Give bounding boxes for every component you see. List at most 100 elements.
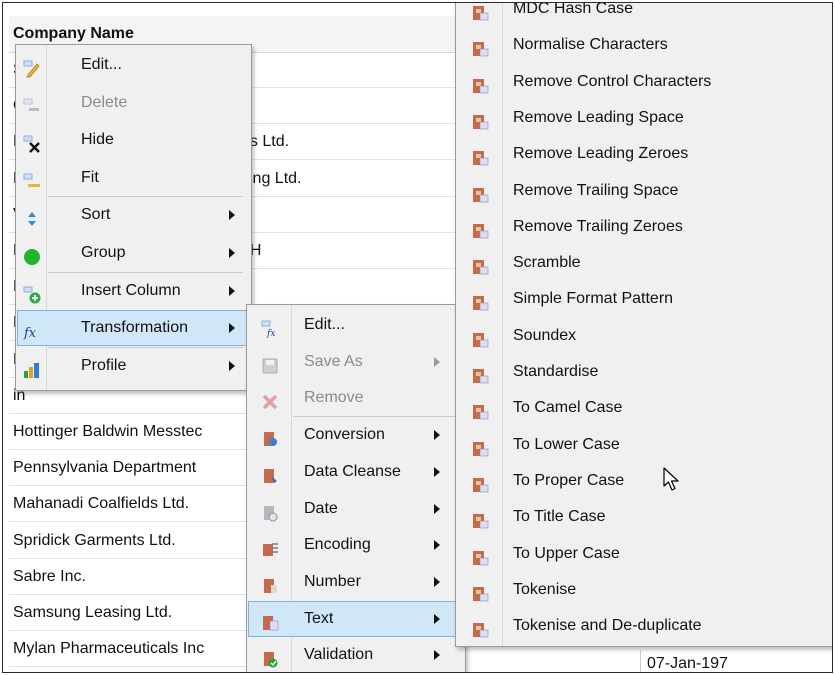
ctx-menu-item-edit[interactable]: Edit... bbox=[17, 47, 248, 83]
menu-item-label: Scramble bbox=[513, 254, 581, 272]
menu-item-label: Soundex bbox=[513, 326, 577, 344]
transformation-item-validation[interactable]: Validation bbox=[248, 637, 462, 672]
svg-text:fx: fx bbox=[23, 326, 37, 341]
text-item-remove-trailing-zeroes[interactable]: Remove Trailing Zeroes bbox=[457, 209, 831, 245]
submenu-arrow-icon bbox=[434, 466, 440, 477]
menu-item-label: Data Cleanse bbox=[304, 462, 401, 480]
transformation-item-remove[interactable]: Remove bbox=[248, 380, 462, 416]
transform-icon bbox=[471, 182, 489, 202]
ctx-menu-item-transformation[interactable]: fx Transformation bbox=[17, 310, 248, 347]
transform-icon bbox=[471, 617, 489, 638]
transform-icon bbox=[471, 73, 489, 93]
text-item-to-upper-case[interactable]: To Upper Case bbox=[457, 536, 831, 572]
submenu-arrow-icon bbox=[434, 613, 440, 624]
text-item-remove-control-characters[interactable]: Remove Control Characters bbox=[457, 64, 831, 100]
menu-item-label: Remove Control Characters bbox=[513, 72, 712, 90]
menu-item-label: Conversion bbox=[304, 426, 385, 444]
transform-icon bbox=[471, 327, 489, 347]
company-name-cell: Pennsylvania Department bbox=[13, 459, 197, 477]
text-item-to-camel-case[interactable]: To Camel Case bbox=[457, 390, 831, 426]
text-item-mdc-hash-case[interactable]: MDC Hash Case bbox=[457, 3, 831, 27]
remove-x-icon bbox=[261, 389, 279, 410]
transform-icon bbox=[471, 290, 489, 311]
ctx-menu-item-group[interactable]: Group bbox=[17, 235, 248, 271]
submenu-arrow-icon bbox=[229, 210, 235, 221]
table-right-fragment: 07-Jan-197 bbox=[463, 650, 743, 672]
ctx-menu-item-delete[interactable]: Delete bbox=[17, 85, 248, 121]
text-item-to-lower-case[interactable]: To Lower Case bbox=[457, 427, 831, 463]
menu-item-label: Edit... bbox=[304, 316, 345, 333]
transformation-item-encoding[interactable]: Encoding bbox=[248, 527, 462, 563]
insert-column-icon bbox=[23, 282, 41, 304]
pencil-icon bbox=[23, 56, 41, 78]
submenu-arrow-icon bbox=[434, 430, 440, 441]
menu-item-label: Remove bbox=[304, 389, 364, 407]
transform-icon bbox=[471, 508, 489, 529]
fit-column-icon bbox=[23, 169, 41, 187]
transformation-item-data-cleanse[interactable]: Data Cleanse bbox=[248, 454, 462, 490]
text-item-to-proper-case[interactable]: To Proper Case bbox=[457, 463, 831, 499]
transform-icon bbox=[471, 218, 489, 239]
ctx-menu-item-profile[interactable]: Profile bbox=[17, 348, 248, 384]
transform-icon bbox=[471, 145, 489, 166]
transform-icon bbox=[471, 581, 489, 602]
transformation-item-text[interactable]: Text bbox=[248, 600, 462, 637]
menu-item-label: Remove Leading Zeroes bbox=[513, 145, 689, 163]
transform-icon bbox=[471, 399, 489, 420]
ctx-menu-item-sort[interactable]: Sort bbox=[17, 197, 248, 233]
menu-item-label: Insert Column bbox=[81, 281, 181, 299]
menu-item-label: Profile bbox=[81, 356, 127, 374]
menu-item-label: To Lower Case bbox=[513, 435, 620, 453]
text-item-simple-format-pattern[interactable]: Simple Format Pattern bbox=[457, 281, 831, 317]
company-name-cell: Sabre Inc. bbox=[13, 567, 86, 585]
svg-text:fx: fx bbox=[266, 329, 275, 338]
text-item-remove-leading-space[interactable]: Remove Leading Space bbox=[457, 100, 831, 136]
text-item-soundex[interactable]: Soundex bbox=[457, 318, 831, 354]
submenu-arrow-icon bbox=[434, 576, 440, 587]
transformation-item-conversion[interactable]: Conversion bbox=[248, 417, 462, 453]
text-item-tokenise[interactable]: Tokenise bbox=[457, 572, 831, 608]
text-item-to-title-case[interactable]: To Title Case bbox=[457, 499, 831, 535]
text-icon bbox=[261, 610, 279, 630]
menu-item-label: Tokenise bbox=[513, 580, 577, 598]
transformation-item-edit[interactable]: fx Edit... bbox=[248, 307, 462, 343]
company-name-cell: Hottinger Baldwin Messtec bbox=[13, 423, 203, 440]
transformation-item-save-as[interactable]: Save As bbox=[248, 344, 462, 380]
date-cell[interactable]: 07-Jan-197 bbox=[640, 650, 742, 672]
text-item-remove-trailing-space[interactable]: Remove Trailing Space bbox=[457, 173, 831, 209]
ctx-menu-item-insert-column[interactable]: Insert Column bbox=[17, 273, 248, 309]
text-item-tokenise-and-de-duplicate[interactable]: Tokenise and De-duplicate bbox=[457, 608, 831, 644]
delete-column-icon bbox=[23, 94, 41, 112]
ctx-menu-item-fit[interactable]: Fit bbox=[17, 160, 248, 196]
menu-item-label: Normalise Characters bbox=[513, 36, 668, 54]
company-name-cell: Samsung Leasing Ltd. bbox=[13, 604, 173, 621]
menu-item-label: Text bbox=[304, 609, 334, 627]
submenu-arrow-icon bbox=[434, 540, 440, 551]
menu-item-label: Date bbox=[304, 499, 338, 517]
submenu-arrow-icon bbox=[434, 356, 440, 367]
transform-icon bbox=[471, 436, 489, 456]
text-submenu: MDC Hash Case Normalise Characters Remove … bbox=[455, 3, 832, 647]
validation-icon bbox=[261, 646, 279, 668]
transformation-item-number[interactable]: Number bbox=[248, 564, 462, 600]
menu-item-label: Delete bbox=[81, 93, 128, 111]
sort-arrows-icon bbox=[23, 206, 41, 227]
transform-icon bbox=[471, 472, 489, 493]
menu-item-label: Encoding bbox=[304, 536, 371, 554]
ctx-menu-item-hide[interactable]: Hide bbox=[17, 122, 248, 158]
menu-item-label: Sort bbox=[81, 206, 111, 224]
green-circle-icon bbox=[23, 244, 41, 265]
company-name-cell: Spridick Garments Ltd. bbox=[13, 531, 176, 549]
transform-icon bbox=[471, 363, 489, 384]
transformation-item-date[interactable]: Date bbox=[248, 491, 462, 527]
text-item-remove-leading-zeroes[interactable]: Remove Leading Zeroes bbox=[457, 136, 831, 172]
text-item-standardise[interactable]: Standardise bbox=[457, 354, 831, 390]
company-name-cell: Mahanadi Coalfields Ltd. bbox=[13, 495, 190, 513]
text-item-scramble[interactable]: Scramble bbox=[457, 245, 831, 281]
data-cleanse-icon bbox=[261, 463, 279, 483]
text-item-normalise-characters[interactable]: Normalise Characters bbox=[457, 27, 831, 63]
menu-item-label: Tokenise and De-duplicate bbox=[513, 617, 702, 635]
menu-item-label: Remove Trailing Space bbox=[513, 181, 679, 199]
submenu-arrow-icon bbox=[434, 650, 440, 661]
menu-item-label: To Upper Case bbox=[513, 544, 620, 562]
